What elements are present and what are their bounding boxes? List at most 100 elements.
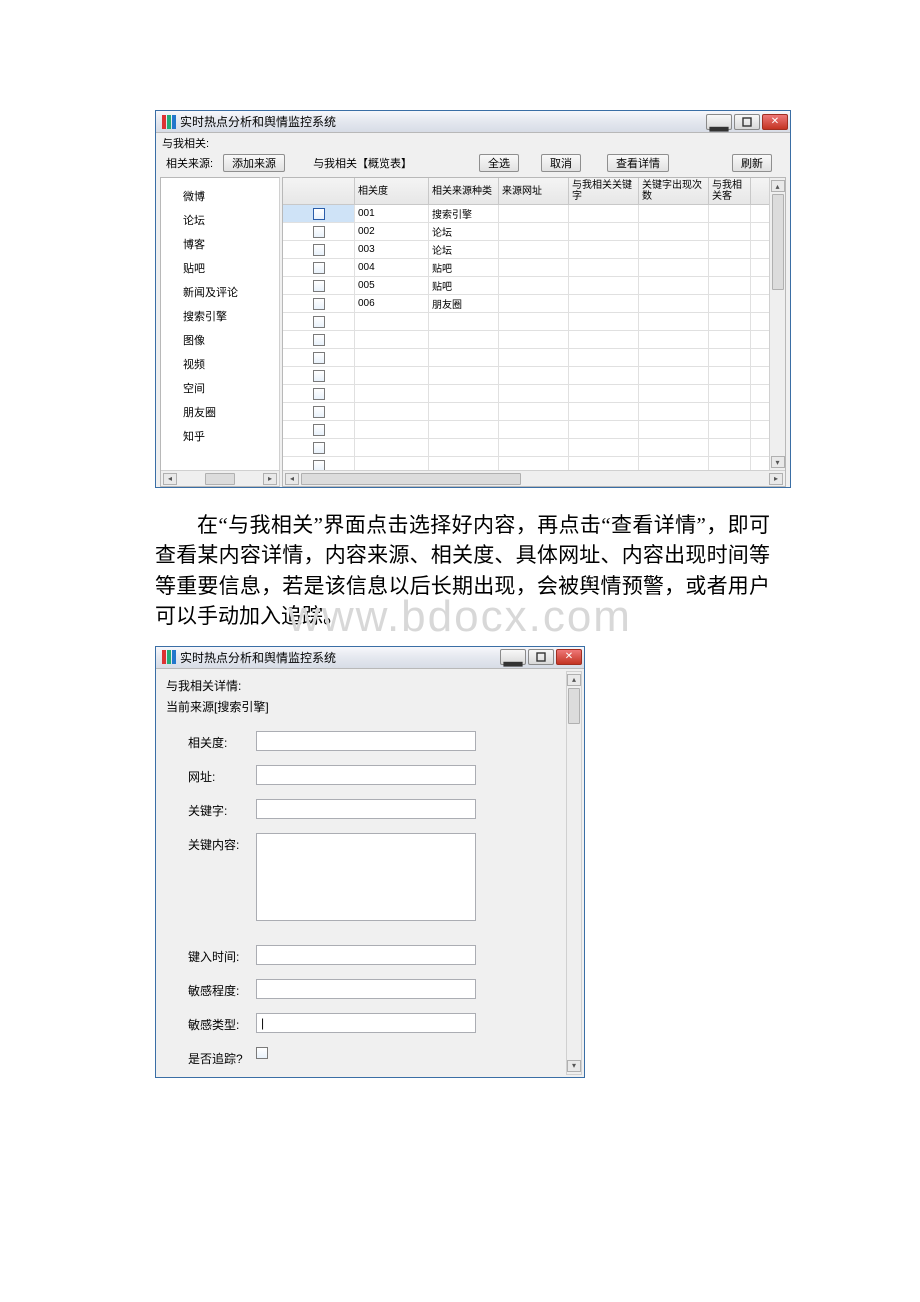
- cell-empty: [569, 439, 639, 456]
- row-checkbox[interactable]: [313, 406, 325, 418]
- scroll-left-icon[interactable]: ◂: [285, 473, 299, 485]
- row-checkbox[interactable]: [313, 226, 325, 238]
- maximize-button[interactable]: [734, 114, 760, 130]
- url-input[interactable]: [256, 765, 476, 785]
- cell-relevance: [355, 367, 429, 384]
- grid-vertical-scrollbar[interactable]: ▴ ▾: [769, 178, 785, 470]
- sidebar-item[interactable]: 搜索引擎: [161, 304, 279, 328]
- table-row[interactable]: [283, 457, 769, 470]
- grid-horizontal-scrollbar[interactable]: ◂ ▸: [283, 470, 785, 486]
- column-header[interactable]: 来源网址: [499, 178, 569, 204]
- column-header[interactable]: [283, 178, 355, 204]
- relevance-input[interactable]: [256, 731, 476, 751]
- scroll-down-icon[interactable]: ▾: [771, 456, 785, 468]
- cell-empty: [499, 385, 569, 402]
- row-checkbox[interactable]: [313, 352, 325, 364]
- cell-source-type: 论坛: [429, 241, 499, 258]
- titlebar[interactable]: 实时热点分析和舆情监控系统 ✕: [156, 647, 584, 669]
- row-checkbox[interactable]: [313, 370, 325, 382]
- sidebar-item[interactable]: 空间: [161, 376, 279, 400]
- table-row[interactable]: [283, 403, 769, 421]
- table-row[interactable]: [283, 367, 769, 385]
- column-header[interactable]: 关键字出现次数: [639, 178, 709, 204]
- titlebar[interactable]: 实时热点分析和舆情监控系统 ✕: [156, 111, 790, 133]
- refresh-button[interactable]: 刷新: [732, 154, 772, 172]
- cancel-button[interactable]: 取消: [541, 154, 581, 172]
- scroll-right-icon[interactable]: ▸: [769, 473, 783, 485]
- row-checkbox[interactable]: [313, 280, 325, 292]
- scroll-up-icon[interactable]: ▴: [771, 180, 785, 192]
- row-checkbox[interactable]: [313, 460, 325, 470]
- relevance-label: 相关度:: [166, 731, 256, 751]
- scroll-left-icon[interactable]: ◂: [163, 473, 177, 485]
- sensitivity-degree-input[interactable]: [256, 979, 476, 999]
- scroll-thumb[interactable]: [568, 688, 580, 724]
- sidebar-item[interactable]: 知乎: [161, 424, 279, 448]
- input-time-label: 键入时间:: [166, 945, 256, 965]
- scroll-thumb[interactable]: [301, 473, 521, 485]
- select-all-button[interactable]: 全选: [479, 154, 519, 172]
- row-checkbox[interactable]: [313, 208, 325, 220]
- add-source-button[interactable]: 添加来源: [223, 154, 285, 172]
- row-checkbox[interactable]: [313, 388, 325, 400]
- sidebar-item[interactable]: 论坛: [161, 208, 279, 232]
- table-row[interactable]: [283, 421, 769, 439]
- table-row[interactable]: [283, 313, 769, 331]
- scroll-right-icon[interactable]: ▸: [263, 473, 277, 485]
- table-row[interactable]: 001搜索引擎: [283, 205, 769, 223]
- cell-empty: [569, 205, 639, 222]
- cell-empty: [569, 241, 639, 258]
- minimize-button[interactable]: [500, 649, 526, 665]
- column-header[interactable]: 相关来源种类: [429, 178, 499, 204]
- close-button[interactable]: ✕: [556, 649, 582, 665]
- scroll-up-icon[interactable]: ▴: [567, 674, 581, 686]
- input-time-input[interactable]: [256, 945, 476, 965]
- table-row[interactable]: 002论坛: [283, 223, 769, 241]
- table-row[interactable]: [283, 385, 769, 403]
- table-row[interactable]: 003论坛: [283, 241, 769, 259]
- sidebar-item[interactable]: 新闻及评论: [161, 280, 279, 304]
- table-row[interactable]: [283, 439, 769, 457]
- cell-empty: [499, 277, 569, 294]
- view-detail-button[interactable]: 查看详情: [607, 154, 669, 172]
- row-checkbox[interactable]: [313, 442, 325, 454]
- window-title: 实时热点分析和舆情监控系统: [180, 113, 336, 130]
- row-checkbox[interactable]: [313, 316, 325, 328]
- row-checkbox[interactable]: [313, 244, 325, 256]
- table-row[interactable]: 006朋友圈: [283, 295, 769, 313]
- sensitivity-type-input[interactable]: [256, 1013, 476, 1033]
- column-header[interactable]: 相关度: [355, 178, 429, 204]
- key-content-textarea[interactable]: [256, 833, 476, 921]
- scroll-down-icon[interactable]: ▾: [567, 1060, 581, 1072]
- table-row[interactable]: 005贴吧: [283, 277, 769, 295]
- keyword-input[interactable]: [256, 799, 476, 819]
- row-checkbox[interactable]: [313, 334, 325, 346]
- sidebar-item[interactable]: 图像: [161, 328, 279, 352]
- cell-empty: [709, 367, 751, 384]
- table-row[interactable]: 004贴吧: [283, 259, 769, 277]
- maximize-button[interactable]: [528, 649, 554, 665]
- table-row[interactable]: [283, 331, 769, 349]
- column-header[interactable]: 与我相关客: [709, 178, 751, 204]
- minimize-button[interactable]: [706, 114, 732, 130]
- scroll-thumb[interactable]: [772, 194, 784, 290]
- cell-empty: [569, 313, 639, 330]
- column-header[interactable]: 与我相关关键字: [569, 178, 639, 204]
- row-checkbox[interactable]: [313, 424, 325, 436]
- track-checkbox[interactable]: [256, 1047, 268, 1059]
- detail-vertical-scrollbar[interactable]: ▴ ▾: [566, 671, 582, 1075]
- sidebar-item[interactable]: 微博: [161, 184, 279, 208]
- close-button[interactable]: ✕: [762, 114, 788, 130]
- cell-source-type: [429, 421, 499, 438]
- cell-empty: [639, 223, 709, 240]
- table-row[interactable]: [283, 349, 769, 367]
- sidebar-item[interactable]: 朋友圈: [161, 400, 279, 424]
- cell-empty: [709, 331, 751, 348]
- sidebar-item[interactable]: 博客: [161, 232, 279, 256]
- row-checkbox[interactable]: [313, 298, 325, 310]
- scroll-thumb[interactable]: [205, 473, 235, 485]
- row-checkbox[interactable]: [313, 262, 325, 274]
- sidebar-horizontal-scrollbar[interactable]: ◂ ▸: [161, 470, 279, 486]
- sidebar-item[interactable]: 贴吧: [161, 256, 279, 280]
- sidebar-item[interactable]: 视频: [161, 352, 279, 376]
